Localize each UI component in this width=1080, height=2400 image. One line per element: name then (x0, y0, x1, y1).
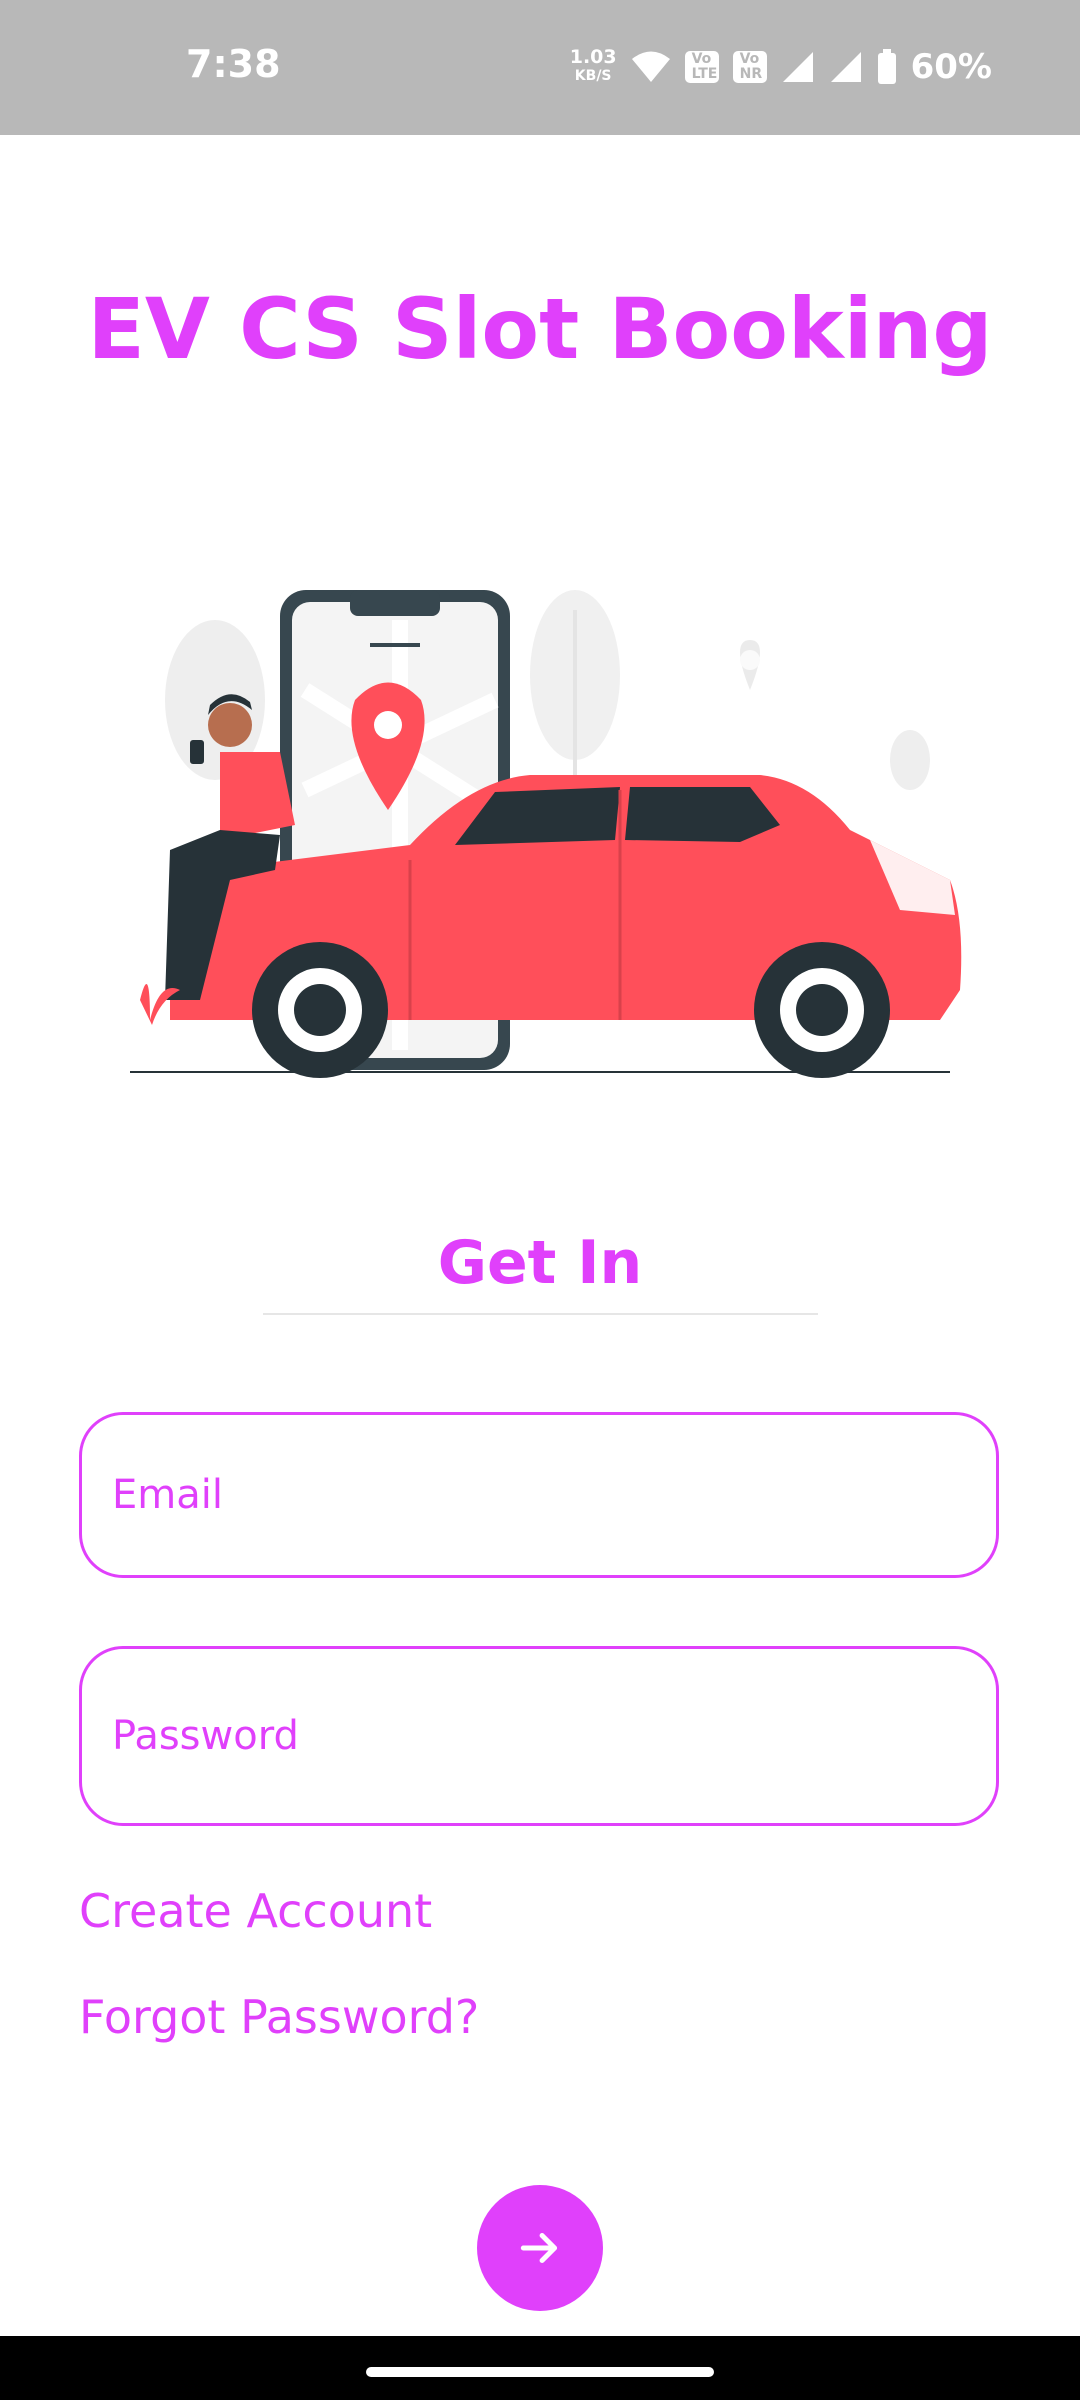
create-account-link[interactable]: Create Account (79, 1884, 432, 1938)
submit-button[interactable] (477, 2185, 603, 2311)
wifi-icon (631, 51, 670, 82)
battery-icon (877, 49, 896, 84)
status-bar: 7:38 1.03 KB/S Vo LTE Vo NR 60% (0, 0, 1080, 135)
signal-icon (782, 52, 813, 82)
car-with-phone-illustration (130, 590, 962, 1078)
sim2-volte-nr-badge: Vo NR (732, 51, 767, 83)
arrow-right-icon (520, 2233, 558, 2263)
password-input[interactable] (110, 1649, 964, 1823)
forgot-password-link[interactable]: Forgot Password? (79, 1990, 479, 2044)
email-field[interactable] (79, 1412, 999, 1578)
person-icon (208, 703, 252, 747)
password-field[interactable] (79, 1646, 999, 1826)
home-gesture-handle[interactable] (366, 2367, 714, 2377)
heading-divider (263, 1313, 818, 1315)
email-input[interactable] (110, 1415, 964, 1575)
status-icons: 1.03 KB/S Vo LTE Vo NR 60% (570, 44, 992, 90)
battery-percentage: 60% (910, 47, 992, 87)
status-time: 7:38 (186, 42, 281, 86)
app-title: EV CS Slot Booking (87, 280, 993, 378)
signal-icon (830, 52, 861, 82)
section-heading: Get In (437, 1228, 643, 1298)
network-speed: 1.03 KB/S (569, 46, 617, 85)
sim1-volte-lte-badge: Vo LTE (684, 51, 719, 83)
